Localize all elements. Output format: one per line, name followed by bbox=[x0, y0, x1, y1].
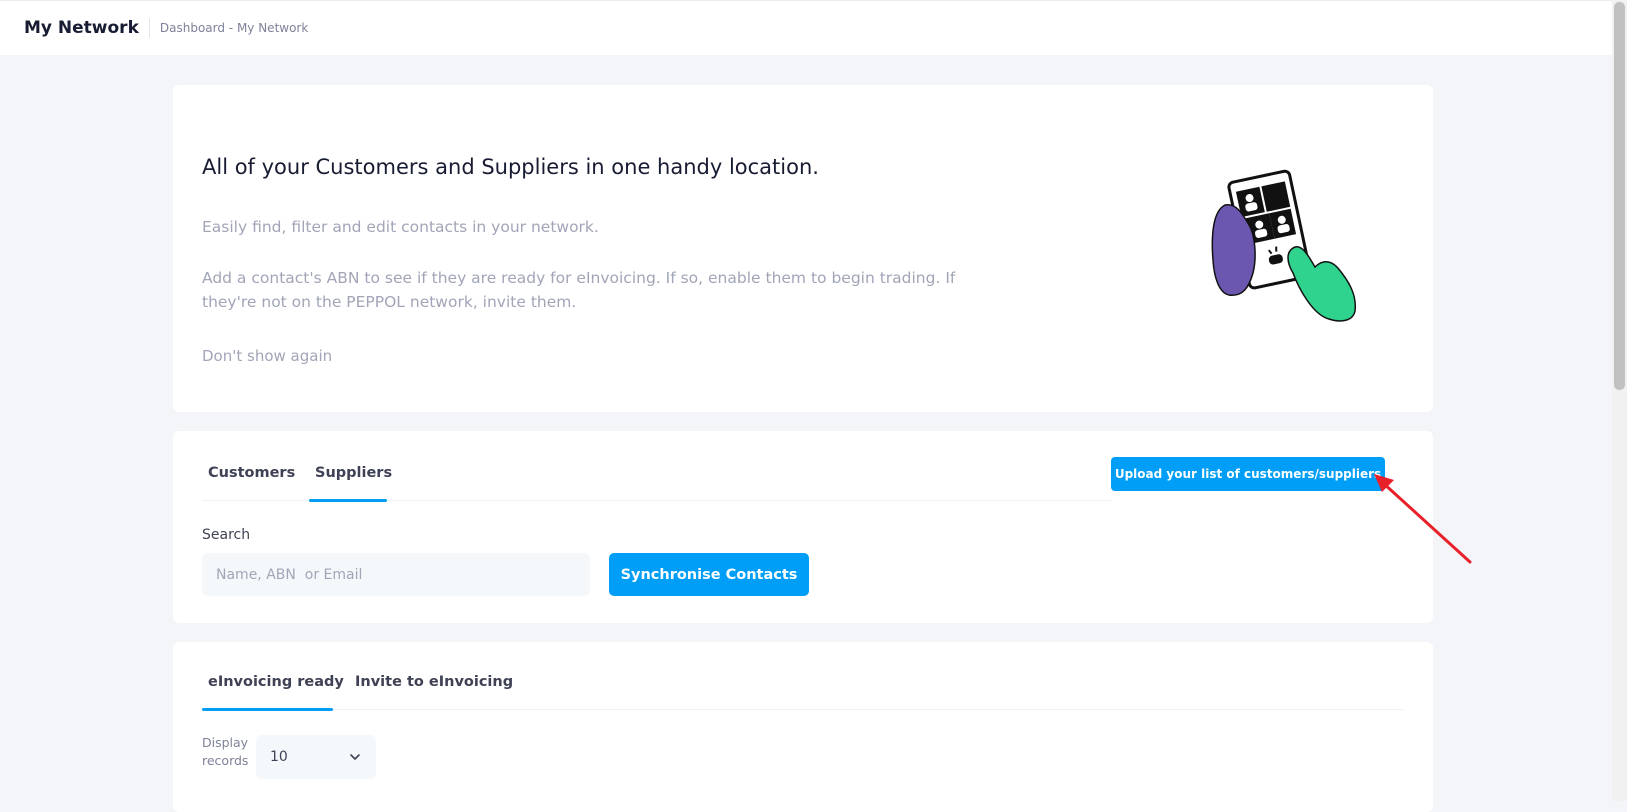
tab-einvoicing-ready[interactable]: eInvoicing ready bbox=[202, 668, 344, 711]
page-scrollbar[interactable] bbox=[1612, 0, 1627, 801]
display-records-value: 10 bbox=[270, 749, 288, 765]
title-divider bbox=[148, 18, 150, 38]
network-tabs: Customers Suppliers bbox=[202, 459, 1112, 502]
page-title: My Network bbox=[24, 18, 139, 38]
display-records-label: Display records bbox=[202, 735, 249, 768]
scrollbar-thumb[interactable] bbox=[1614, 2, 1625, 390]
contacts-search-card: Customers Suppliers Upload your list of … bbox=[173, 431, 1433, 623]
contacts-list-card: eInvoicing ready Invite to eInvoicing Di… bbox=[173, 642, 1433, 812]
phone-contacts-illustration bbox=[1211, 169, 1357, 322]
tab-customers[interactable]: Customers bbox=[202, 459, 295, 501]
display-records-select[interactable]: 10 bbox=[256, 735, 376, 779]
intro-text-2: Add a contact's ABN to see if they are r… bbox=[202, 269, 956, 311]
intro-title: All of your Customers and Suppliers in o… bbox=[202, 155, 819, 179]
tab-suppliers[interactable]: Suppliers bbox=[309, 459, 392, 502]
chevron-down-icon bbox=[350, 754, 360, 760]
breadcrumb[interactable]: Dashboard - My Network bbox=[160, 21, 308, 35]
search-label: Search bbox=[202, 527, 251, 543]
einvoicing-status-tabs: eInvoicing ready Invite to eInvoicing bbox=[202, 668, 1404, 711]
search-input[interactable] bbox=[202, 553, 590, 596]
intro-text-1: Easily find, filter and edit contacts in… bbox=[202, 218, 599, 236]
tab-invite-to-einvoicing[interactable]: Invite to eInvoicing bbox=[349, 668, 513, 710]
dont-show-again-link[interactable]: Don't show again bbox=[202, 347, 332, 365]
intro-card: All of your Customers and Suppliers in o… bbox=[173, 85, 1433, 412]
synchronise-contacts-button[interactable]: Synchronise Contacts bbox=[609, 553, 809, 596]
top-header: My Network Dashboard - My Network bbox=[0, 0, 1612, 55]
upload-list-button[interactable]: Upload your list of customers/suppliers bbox=[1111, 457, 1385, 491]
